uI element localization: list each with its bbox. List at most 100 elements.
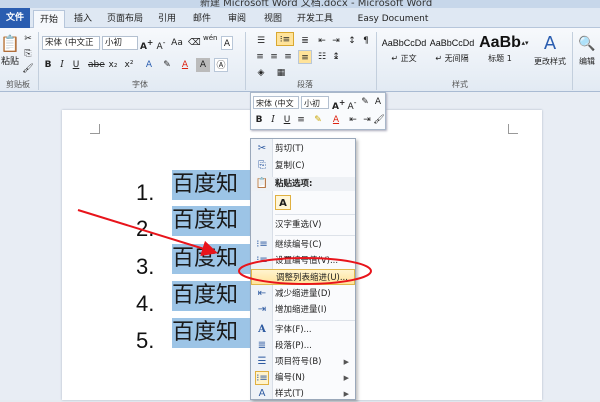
tab-view[interactable]: 视图	[258, 10, 288, 28]
font-name-combo[interactable]: 宋体 (中文正	[42, 36, 100, 50]
mini-align-icon[interactable]: ≡	[295, 113, 307, 128]
subscript-button[interactable]: x₂	[106, 58, 120, 72]
mini-highlight-icon[interactable]: ✎	[311, 113, 325, 128]
font-icon: A	[258, 324, 266, 335]
mini-shrink-font-icon[interactable]: A-	[346, 95, 358, 112]
menu-item-paragraph[interactable]: ≣ 段落(P)...	[251, 338, 355, 354]
mini-italic-button[interactable]: I	[267, 113, 279, 128]
menu-item-reconvert[interactable]: 汉字重选(V)	[251, 217, 355, 233]
style-normal[interactable]: AaBbCcDd ↵ 正文	[380, 33, 428, 69]
menu-item-label: 继续编号(C)	[275, 240, 322, 250]
tab-home[interactable]: 开始	[33, 10, 65, 28]
change-case-icon[interactable]: Aa	[171, 36, 183, 50]
list-item[interactable]: 5. 百度知	[136, 318, 254, 353]
tab-file[interactable]: 文件	[0, 8, 30, 28]
show-marks-icon[interactable]: ¶	[360, 34, 372, 48]
bullets-icon[interactable]: ☰	[254, 34, 268, 48]
highlight-color-icon[interactable]: ✎	[160, 58, 174, 72]
list-item[interactable]: 1. 百度知	[136, 170, 254, 205]
copy-icon[interactable]: ⎘	[22, 47, 34, 61]
menu-item-set-numbering-value[interactable]: ⁝≡ 设置编号值(V)...	[251, 253, 355, 269]
align-right-icon[interactable]: ≡	[282, 50, 294, 64]
mini-font-color-icon[interactable]: A	[329, 113, 343, 128]
shrink-font-icon[interactable]: A-	[155, 36, 167, 52]
menu-item-increase-indent[interactable]: ⇥ 增加缩进量(I)	[251, 302, 355, 318]
menu-item-decrease-indent[interactable]: ⇤ 减少缩进量(D)	[251, 286, 355, 302]
list-text[interactable]: 百度知	[172, 206, 254, 236]
justify-icon[interactable]: ≡	[298, 50, 312, 64]
menu-separator	[275, 214, 355, 215]
mini-font-name-combo[interactable]: 宋体 (中文	[253, 96, 299, 109]
font-color-icon[interactable]: A	[178, 58, 192, 72]
increase-indent-icon[interactable]: ⇥	[330, 34, 342, 48]
decrease-indent-icon[interactable]: ⇤	[316, 34, 328, 48]
group-divider	[376, 32, 377, 90]
list-item[interactable]: 4. 百度知	[136, 281, 254, 316]
menu-item-numbering[interactable]: ⁝≡ 编号(N) ▶	[251, 370, 355, 386]
char-shading-icon[interactable]: A	[196, 58, 210, 72]
list-item[interactable]: 2. 百度知	[136, 206, 254, 241]
list-text[interactable]: 百度知	[172, 281, 254, 311]
tab-developer[interactable]: 开发工具	[293, 10, 337, 28]
style-no-spacing[interactable]: AaBbCcDd ↵ 无间隔	[428, 33, 476, 69]
style-heading-1[interactable]: AaBb 标题 1	[476, 33, 524, 69]
underline-button[interactable]: U	[70, 58, 82, 72]
align-center-icon[interactable]: ≡	[268, 50, 280, 64]
styles-scroll-icon[interactable]: ▴▾	[521, 36, 529, 50]
list-text[interactable]: 百度知	[172, 318, 254, 348]
tab-easy-document-creator[interactable]: Easy Document Creator	[343, 10, 443, 42]
italic-button[interactable]: I	[56, 58, 68, 72]
grow-font-icon[interactable]: A+	[140, 36, 153, 52]
tab-mailings[interactable]: 邮件	[187, 10, 217, 28]
menu-item-bullets[interactable]: ☰ 项目符号(B) ▶	[251, 354, 355, 370]
list-text[interactable]: 百度知	[172, 170, 254, 200]
clear-format-icon[interactable]: ⌫	[188, 36, 201, 50]
strikethrough-button[interactable]: abe	[88, 58, 105, 72]
superscript-button[interactable]: x²	[122, 58, 136, 72]
menu-item-label: 设置编号值(V)...	[275, 256, 339, 266]
editing-label[interactable]: 编辑	[574, 55, 600, 69]
find-icon[interactable]: 🔍	[574, 32, 600, 56]
paste-keep-source-button[interactable]: A	[275, 195, 291, 210]
menu-item-continue-numbering[interactable]: ⁝≡ 继续编号(C)	[251, 237, 355, 253]
tab-references[interactable]: 引用	[152, 10, 182, 28]
multilevel-list-icon[interactable]: ≣	[298, 34, 312, 48]
menu-item-cut[interactable]: ✂ 剪切(T)	[251, 141, 355, 157]
menu-item-adjust-list-indent[interactable]: 调整列表缩进(U)...	[251, 269, 355, 285]
paste-icon[interactable]: 📋	[0, 32, 20, 56]
menu-item-copy[interactable]: ⎘ 复制(C)	[251, 158, 355, 174]
text-effects-icon[interactable]: A	[142, 58, 156, 72]
char-border-icon[interactable]: A	[221, 36, 233, 50]
paste-button-label[interactable]: 粘贴	[0, 55, 20, 69]
menu-item-font[interactable]: A 字体(F)...	[251, 322, 355, 338]
font-size-combo[interactable]: 小初	[102, 36, 138, 50]
list-item[interactable]: 3. 百度知	[136, 244, 254, 279]
distribute-icon[interactable]: ☷	[316, 50, 328, 64]
borders-icon[interactable]: ▦	[274, 66, 288, 80]
cut-icon[interactable]: ✂	[22, 32, 34, 46]
mini-font-size-combo[interactable]: 小初	[301, 96, 329, 109]
phonetic-guide-icon[interactable]: wén	[203, 34, 217, 48]
format-painter-icon[interactable]: 🖌	[22, 62, 34, 76]
align-left-icon[interactable]: ≡	[254, 50, 266, 64]
bold-button[interactable]: B	[42, 58, 54, 72]
line-spacing-icon[interactable]: ↨	[330, 50, 342, 64]
tab-review[interactable]: 审阅	[222, 10, 252, 28]
mini-style-icon[interactable]: A	[372, 95, 384, 110]
change-styles-icon[interactable]: A	[530, 32, 570, 56]
sort-icon[interactable]: ↕	[346, 34, 358, 48]
tab-insert[interactable]: 插入	[68, 10, 98, 28]
tab-page-layout[interactable]: 页面布局	[103, 10, 147, 28]
mini-grow-font-icon[interactable]: A+	[332, 95, 345, 112]
list-text[interactable]: 百度知	[172, 244, 254, 274]
numbering-icon[interactable]: ⁝≡	[276, 32, 294, 46]
mini-bold-button[interactable]: B	[253, 113, 265, 128]
change-styles-label[interactable]: 更改样式	[530, 55, 570, 69]
mini-format-painter-icon[interactable]: ✎	[359, 95, 371, 110]
mini-indent-icon[interactable]: ⇤	[347, 113, 359, 128]
mini-format-brush-icon[interactable]: 🖌	[373, 113, 385, 128]
enclose-char-icon[interactable]: Ⓐ	[214, 58, 228, 72]
shading-icon[interactable]: ◈	[254, 66, 268, 80]
mini-underline-button[interactable]: U	[281, 113, 293, 128]
mini-outdent-icon[interactable]: ⇥	[361, 113, 373, 128]
